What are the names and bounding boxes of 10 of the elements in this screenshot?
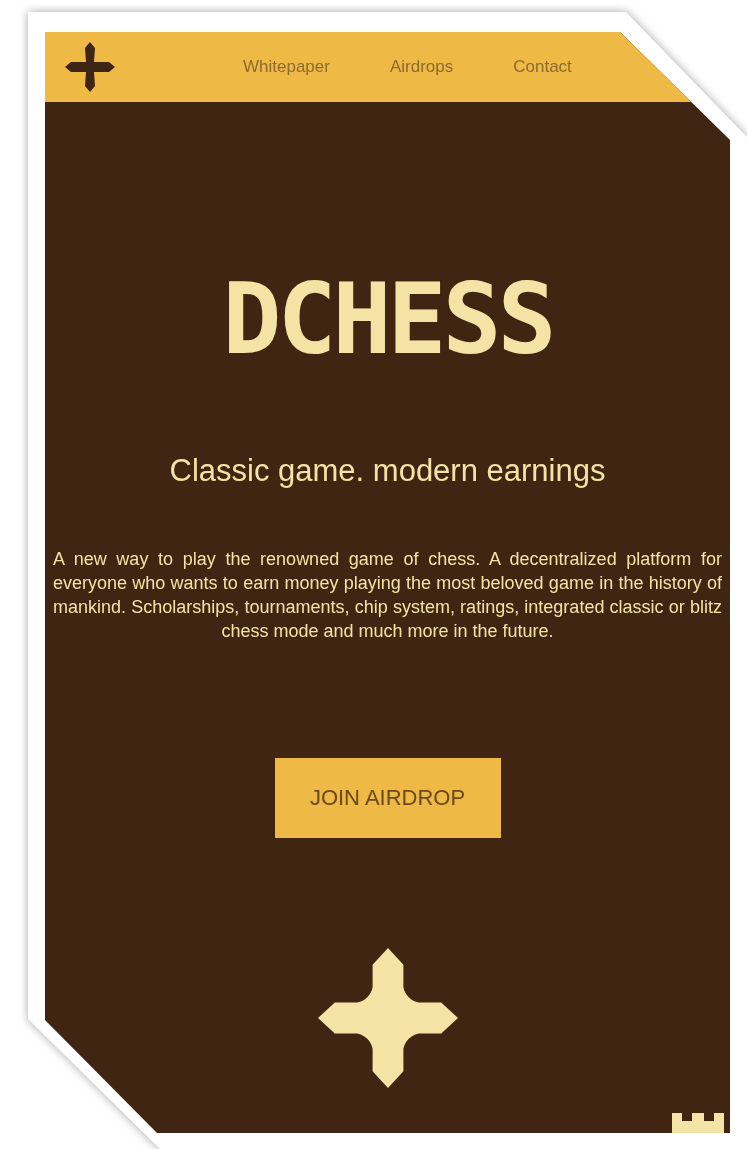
tagline: Classic game. modern earnings: [169, 452, 606, 490]
logo: DCHESS: [222, 270, 553, 368]
cross-icon[interactable]: [65, 42, 115, 92]
join-airdrop-button[interactable]: JOIN AIRDROP: [274, 757, 501, 838]
cross-icon: [317, 947, 458, 1088]
nav-link[interactable]: Airdrops: [389, 54, 454, 80]
description: A new way to play the renowned game of chess. A decentralized platform for everyone who wants to earn money playing the most beloved game in the history of mankind. Scholarships, tournaments, chip system, ratings, integrated classic or blitz chess mode and much more in the future.: [53, 547, 722, 643]
nav-link[interactable]: Contact: [513, 54, 572, 80]
nav-link[interactable]: Whitepaper: [243, 54, 330, 80]
rook-icon: [672, 1113, 724, 1133]
